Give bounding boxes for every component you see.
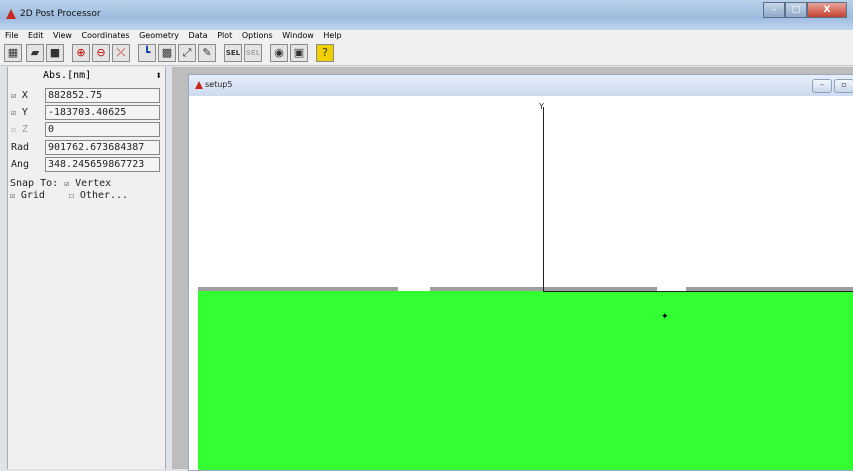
help-icon[interactable]: ?	[316, 44, 334, 62]
units-dropdown[interactable]: Abs.[nm] ⬍	[38, 69, 166, 83]
menu-bar: File Edit View Coordinates Geometry Data…	[0, 30, 853, 41]
rad-field[interactable]: 901762.673684387	[45, 140, 160, 155]
menu-window[interactable]: Window	[282, 31, 314, 40]
pencil-icon[interactable]: ✎	[198, 44, 216, 62]
setup-window-title: setup5	[205, 80, 233, 89]
minimize-button[interactable]: –	[763, 2, 785, 18]
z-label: Z	[21, 124, 28, 135]
rad-label: Rad	[11, 142, 30, 153]
setup-window-titlebar: setup5 – ▫	[189, 75, 853, 96]
close-button[interactable]: X	[807, 2, 847, 18]
toolbar: ▦ ▰ ■ ⊕ ⊖ ⤫ ┗ ▩ ⤢ ✎ SEL SEL ◉ ▣ ?	[0, 41, 853, 66]
coordinates-panel: Abs.[nm] ⬍ ☑ X 882852.75 ☑ Y -183703.406…	[7, 67, 166, 469]
app-logo-icon	[6, 9, 16, 19]
app-title: 2D Post Processor	[20, 9, 101, 19]
window-logo-icon	[195, 81, 203, 89]
ang-label: Ang	[11, 159, 30, 170]
maximize-button[interactable]: □	[785, 2, 807, 18]
zoom-fit-icon[interactable]: ⤫	[112, 44, 130, 62]
y-label: Y	[21, 107, 28, 118]
other-checkbox[interactable]: ☐	[69, 191, 74, 200]
snap-row-2: ☑ Grid ☐ Other...	[10, 190, 128, 202]
zoom-out-icon[interactable]: ⊖	[92, 44, 110, 62]
x-checkbox[interactable]: ☑	[11, 91, 16, 100]
x-field[interactable]: 882852.75	[45, 88, 160, 103]
snap-label: Snap To:	[10, 178, 59, 189]
dropdown-arrow-icon: ⬍	[155, 69, 162, 82]
copy-window-icon[interactable]: ▣	[290, 44, 308, 62]
other-label: Other...	[79, 190, 129, 201]
ang-field[interactable]: 348.245659867723	[45, 157, 160, 172]
y-checkbox[interactable]: ☑	[11, 108, 16, 117]
snap-row: Snap To: ☑ Vertex	[10, 178, 111, 190]
menu-help[interactable]: Help	[323, 31, 341, 40]
setup-window: setup5 – ▫ Y ✦	[188, 74, 853, 471]
menu-options[interactable]: Options	[242, 31, 273, 40]
y-axis-line	[543, 107, 544, 292]
substrate-region	[198, 291, 853, 470]
grid-label: Grid	[20, 190, 45, 201]
window-controls: – □ X	[763, 2, 847, 18]
select-alt-button[interactable]: SEL	[244, 44, 262, 62]
menu-plot[interactable]: Plot	[217, 31, 232, 40]
mdi-workspace: setup5 – ▫ Y ✦	[172, 67, 853, 471]
plot-canvas[interactable]: Y ✦	[198, 103, 853, 470]
y-field[interactable]: -183703.40625	[45, 105, 160, 120]
menu-view[interactable]: View	[53, 31, 72, 40]
select-button[interactable]: SEL	[224, 44, 242, 62]
menu-data[interactable]: Data	[189, 31, 208, 40]
units-value: Abs.[nm]	[43, 70, 92, 81]
x-label: X	[21, 90, 28, 101]
child-minimize-button[interactable]: –	[812, 79, 832, 93]
child-restore-button[interactable]: ▫	[834, 79, 853, 93]
vertex-checkbox[interactable]: ☑	[64, 179, 69, 188]
menu-edit[interactable]: Edit	[28, 31, 44, 40]
vertex-label: Vertex	[75, 178, 112, 189]
oxide-layer-segment	[198, 287, 398, 291]
z-field[interactable]: 0	[45, 122, 160, 137]
grid-checkbox[interactable]: ☑	[10, 191, 15, 200]
eye-icon[interactable]: ◉	[270, 44, 288, 62]
save-icon[interactable]: ■	[46, 44, 64, 62]
mesh-icon[interactable]: ▩	[158, 44, 176, 62]
zoom-in-icon[interactable]: ⊕	[72, 44, 90, 62]
menu-file[interactable]: File	[5, 31, 18, 40]
z-checkbox[interactable]: ☑	[11, 125, 16, 134]
app-titlebar: 2D Post Processor – □ X	[0, 0, 853, 30]
vector-icon[interactable]: ⤢	[178, 44, 196, 62]
crosshair-cursor-icon: ✦	[661, 312, 669, 322]
open-folder-icon[interactable]: ▰	[26, 44, 44, 62]
axes-icon[interactable]: ┗	[138, 44, 156, 62]
menu-geometry[interactable]: Geometry	[139, 31, 179, 40]
y-axis-label: Y	[539, 103, 544, 111]
child-window-controls: – ▫	[810, 79, 853, 93]
calculator-icon[interactable]: ▦	[4, 44, 22, 62]
menu-coordinates[interactable]: Coordinates	[82, 31, 130, 40]
x-axis-line	[543, 291, 853, 292]
